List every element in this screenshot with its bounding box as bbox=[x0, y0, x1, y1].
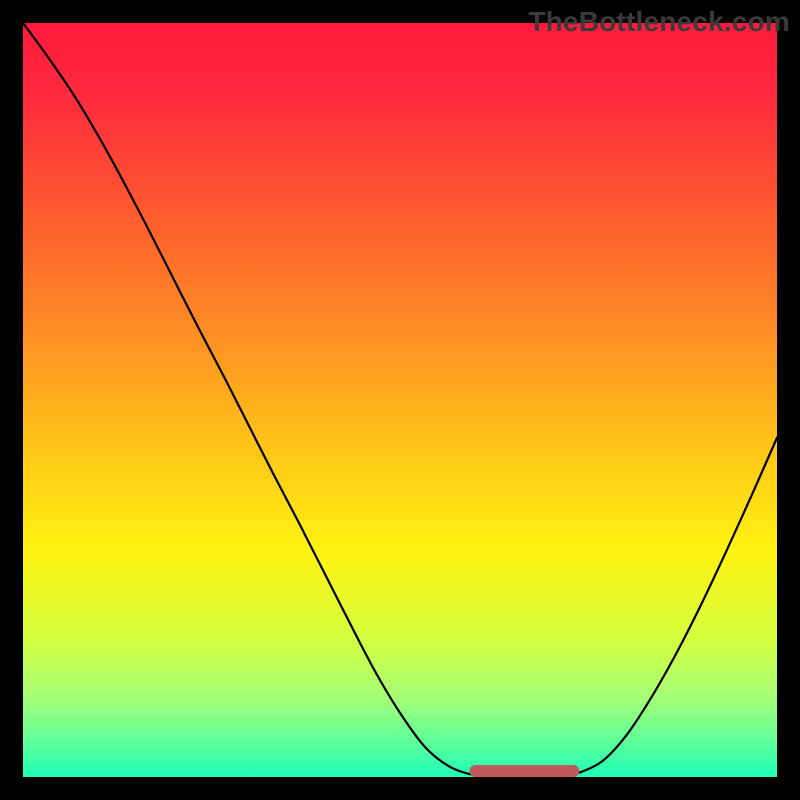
watermark-text: TheBottleneck.com bbox=[528, 6, 790, 38]
plot-area bbox=[23, 23, 777, 777]
chart-frame: TheBottleneck.com bbox=[0, 0, 800, 800]
gradient-background bbox=[23, 23, 777, 777]
bottleneck-chart bbox=[23, 23, 777, 777]
